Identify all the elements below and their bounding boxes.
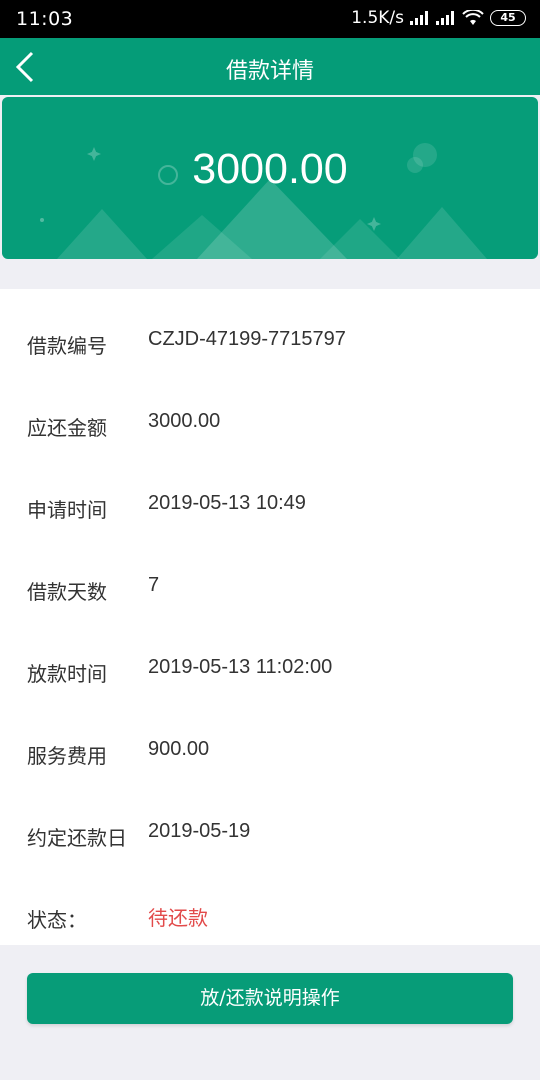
detail-value: 2019-05-19 (148, 820, 251, 842)
network-speed: 1.5K/s (351, 8, 404, 28)
detail-row-service-fee: 服务费用 900.00 (0, 711, 540, 793)
detail-value: 900.00 (148, 738, 210, 760)
detail-label: 借款编号 (27, 334, 107, 358)
status-value: 待还款 (148, 908, 208, 930)
loan-amount: 3000.00 (192, 145, 348, 193)
detail-label: 放款时间 (27, 662, 107, 686)
detail-row-amount-due: 应还金额 3000.00 (0, 383, 540, 465)
loan-instructions-button[interactable]: 放/还款说明操作 (27, 973, 513, 1024)
detail-value: CZJD-47199-7715797 (148, 328, 346, 350)
detail-row-status: 状态： 待还款 (0, 875, 540, 957)
detail-row-loan-number: 借款编号 CZJD-47199-7715797 (0, 301, 540, 383)
navigation-bar: 借款详情 (0, 38, 540, 95)
signal-icon (436, 11, 456, 25)
wifi-icon (462, 10, 484, 25)
page-title: 借款详情 (225, 59, 314, 84)
battery-icon: 45 (490, 10, 526, 26)
status-bar: 11:03 1.5K/s 45 (0, 0, 540, 38)
detail-value: 3000.00 (148, 410, 221, 432)
detail-label: 状态： (27, 908, 87, 932)
detail-value: 2019-05-13 10:49 (148, 492, 306, 514)
detail-value: 2019-05-13 11:02:00 (148, 656, 333, 678)
loan-details-list: 借款编号 CZJD-47199-7715797 应还金额 3000.00 申请时… (0, 289, 540, 945)
status-time: 11:03 (16, 8, 74, 30)
detail-label: 应还金额 (27, 416, 107, 440)
signal-icon (410, 11, 430, 25)
detail-value: 7 (148, 574, 160, 596)
detail-row-due-date: 约定还款日 2019-05-19 (0, 793, 540, 875)
detail-row-apply-time: 申请时间 2019-05-13 10:49 (0, 465, 540, 547)
detail-label: 申请时间 (27, 498, 107, 522)
detail-row-loan-days: 借款天数 7 (0, 547, 540, 629)
detail-label: 服务费用 (27, 744, 107, 768)
status-indicators: 1.5K/s 45 (351, 8, 526, 28)
detail-label: 借款天数 (27, 580, 107, 604)
detail-label: 约定还款日 (27, 826, 127, 850)
detail-row-disburse-time: 放款时间 2019-05-13 11:02:00 (0, 629, 540, 711)
amount-banner: 3000.00 (2, 97, 538, 259)
